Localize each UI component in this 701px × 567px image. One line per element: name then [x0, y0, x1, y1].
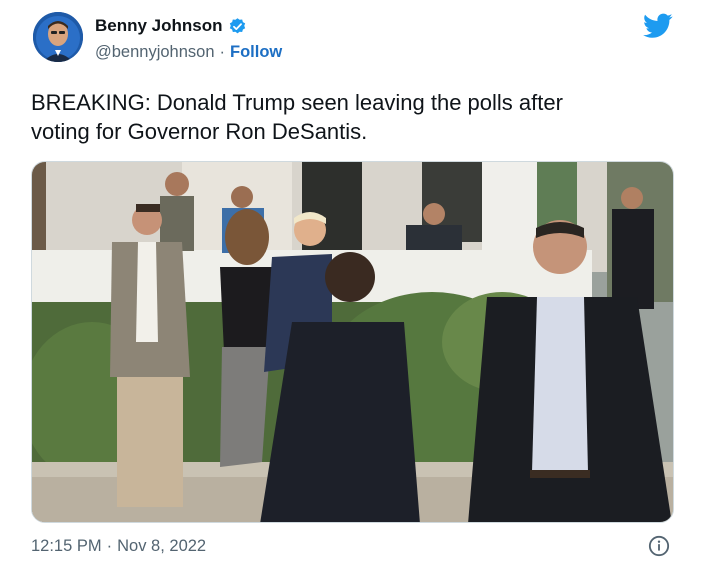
meta-separator: · — [106, 537, 113, 555]
tweet-text: BREAKING: Donald Trump seen leaving the … — [31, 88, 671, 146]
handle-separator: · — [219, 43, 226, 61]
tweet-time[interactable]: 12:15 PM — [31, 537, 102, 556]
tweet-video[interactable] — [31, 161, 674, 523]
tweet-text-line: BREAKING: Donald Trump seen leaving the … — [31, 90, 563, 115]
author-handle[interactable]: @bennyjohnson — [95, 43, 215, 62]
follow-button[interactable]: Follow — [230, 43, 282, 62]
twitter-bird-icon[interactable] — [643, 13, 673, 39]
video-frame — [32, 162, 673, 522]
author-name-row: Benny Johnson — [95, 16, 247, 36]
author-name[interactable]: Benny Johnson — [95, 16, 223, 36]
tweet-date[interactable]: Nov 8, 2022 — [117, 537, 206, 556]
author-handle-row: @bennyjohnson · Follow — [95, 43, 282, 62]
avatar[interactable] — [33, 12, 83, 62]
tweet-meta: 12:15 PM · Nov 8, 2022 — [31, 537, 206, 556]
tweet-card: Benny Johnson @bennyjohnson · Follow BRE… — [0, 0, 701, 567]
tweet-text-line: voting for Governor Ron DeSantis. — [31, 119, 368, 144]
verified-badge-icon — [228, 17, 247, 36]
info-icon[interactable] — [648, 535, 670, 557]
